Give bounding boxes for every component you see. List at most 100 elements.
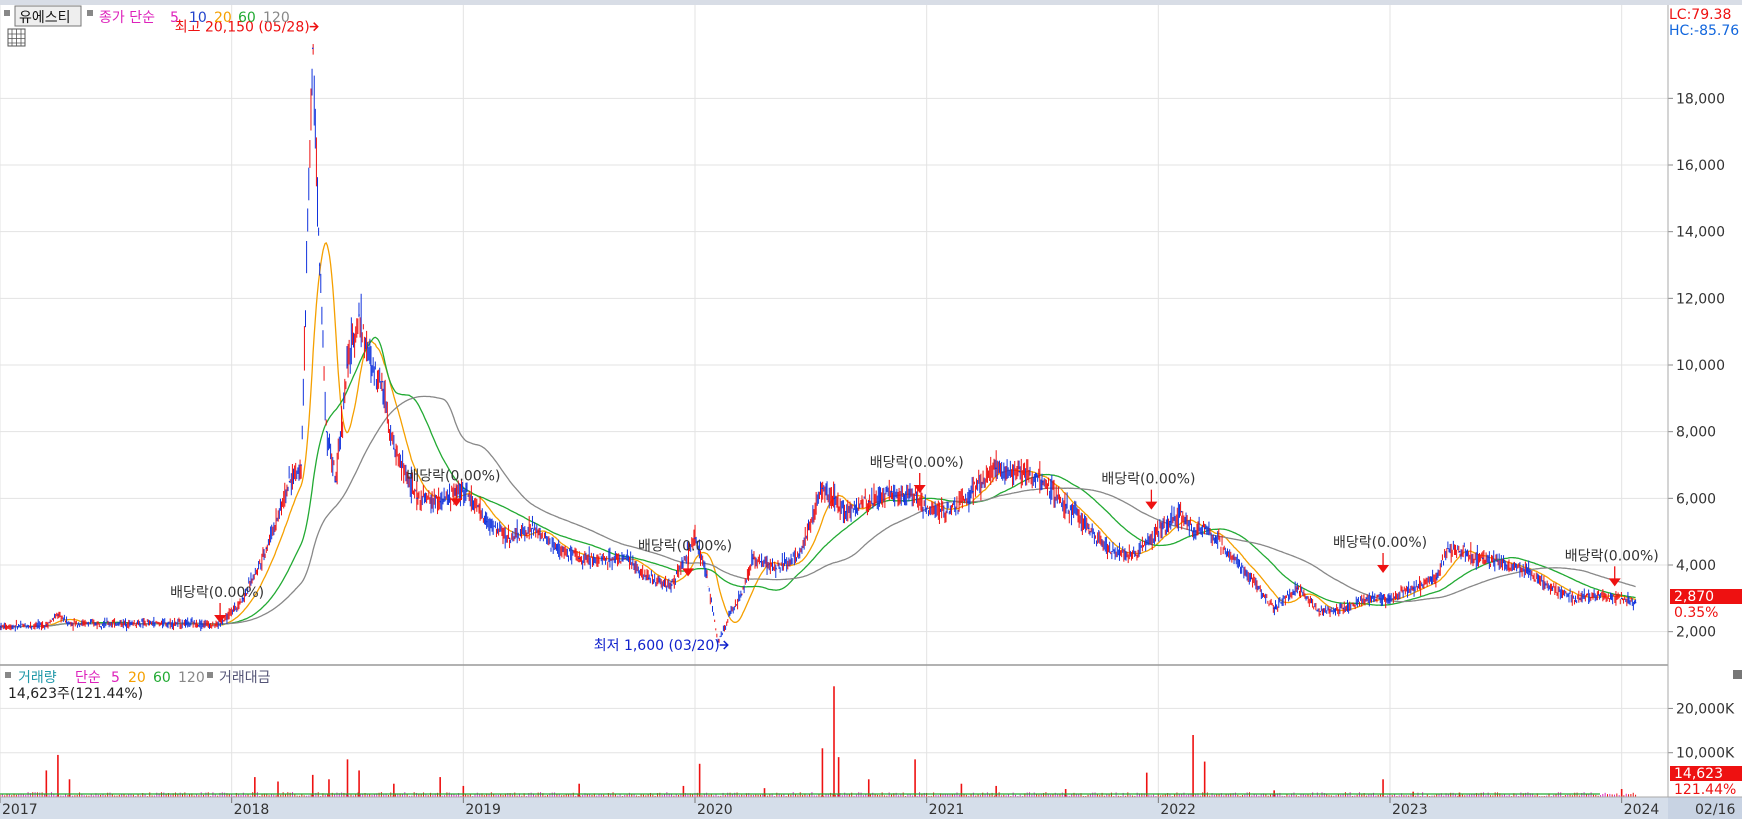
price-point [740,594,743,596]
price-point [844,510,847,513]
price-point [995,467,997,470]
price-point [1134,554,1136,556]
price-point [532,527,534,530]
price-point [1620,597,1623,600]
price-point [1342,607,1345,610]
price-point [1458,550,1461,553]
dividend-label: 배당락(0.00%) [638,538,732,554]
price-point [265,547,268,550]
price-point [1227,550,1229,553]
x-tick-label: 2020 [697,802,733,818]
x-tick-label: 2023 [1392,802,1428,818]
x-tick-label-end: 02/16 [1695,802,1735,818]
stock-chart[interactable]: 최고 20,150 (05/28) 최저 1,600 (03/20) 배당락(0.0… [0,0,1742,819]
dividend-label: 배당락(0.00%) [1101,472,1195,488]
hc-value: HC:-85.76 [1669,23,1739,39]
legend-prefix: 종가 단순 [99,10,155,26]
volume-square-icon [5,672,11,678]
price-point [1064,504,1067,506]
price-point [925,507,928,510]
x-tick-label: 2018 [234,802,270,818]
chart-background [0,0,1742,819]
price-point [393,447,395,450]
dividend-label: 배당락(0.00%) [1565,548,1659,564]
dividend-label: 배당락(0.00%) [870,455,964,471]
price-point [358,314,360,316]
volume-current-value: 14,623주(121.44%) [8,686,143,702]
volume-badge-ratio: 121.44% [1674,782,1736,798]
volume-badge-value: 14,623 [1674,766,1723,782]
amount-label: 거래대금 [219,670,271,686]
price-point [1634,601,1637,604]
price-point [671,584,673,586]
price-point [891,490,893,493]
price-tick-label: 10,000 [1676,358,1725,374]
legend-ma5: 5 [170,10,179,26]
volume-tick-label: 20,000K [1676,701,1735,717]
volume-tick-label: 10,000K [1676,746,1735,762]
volume-badge: 14,623 121.44% [1670,766,1742,798]
price-badge-value: 2,870 [1674,589,1714,605]
price-point [1018,470,1021,473]
x-tick-label: 2019 [465,802,501,818]
low-annotation: 최저 1,600 (03/20) [594,638,720,654]
header-square-icon [4,10,10,16]
price-point [867,500,870,503]
price-point [485,520,488,523]
price-point [1574,597,1577,600]
price-point [1481,557,1484,560]
price-tick-label: 4,000 [1676,558,1716,574]
price-point [311,47,314,50]
price-point [1366,597,1368,600]
price-tick-label: 8,000 [1676,425,1716,441]
price-point [1250,577,1252,580]
price-tick-label: 12,000 [1676,291,1725,307]
price-point [914,494,916,496]
dividend-label: 배당락(0.00%) [406,468,500,484]
volume-legend-ma5: 5 [111,670,120,686]
x-tick-label: 2022 [1160,802,1196,818]
price-point [1111,550,1113,553]
amount-square-icon [207,672,213,678]
dividend-label: 배당락(0.00%) [170,585,264,601]
price-point [369,364,372,366]
price-tick-label: 18,000 [1676,91,1725,107]
grid-toggle-icon[interactable] [7,28,26,47]
price-tick-label: 16,000 [1676,158,1725,174]
price-point [45,624,48,626]
collapse-icon[interactable] [1733,670,1742,679]
price-point [821,487,824,490]
price-point [578,557,580,560]
x-tick-label: 2024 [1624,802,1660,818]
price-point [1088,527,1090,530]
stock-name[interactable]: 유에스티 [19,10,71,26]
price-point [325,430,328,433]
price-point [601,557,604,560]
price-point [1412,587,1414,590]
top-strip [0,0,1742,5]
price-point [57,614,59,616]
price-point [1528,570,1530,573]
price-point [1169,520,1171,523]
price-point [1203,527,1206,530]
price-point [219,624,221,626]
price-tick-label: 2,000 [1676,625,1716,641]
legend-ma10: 10 [189,10,207,26]
legend-ma20: 20 [214,10,232,26]
price-point [705,574,708,576]
price-point [833,497,835,500]
price-badge-change: 0.35% [1674,605,1718,621]
price-point [318,264,321,266]
price-point [508,537,511,540]
x-tick-label: 2021 [929,802,965,818]
price-point [728,614,731,616]
volume-label: 거래량 [18,670,57,686]
legend-ma60: 60 [238,10,256,26]
price-point [1157,530,1160,533]
price-point [1389,597,1391,600]
dividend-label: 배당락(0.00%) [1333,535,1427,551]
x-tick-label: 2017 [2,802,38,818]
price-point [416,497,418,500]
volume-legend-ma120: 120 [178,670,205,686]
price-point [1273,607,1275,610]
